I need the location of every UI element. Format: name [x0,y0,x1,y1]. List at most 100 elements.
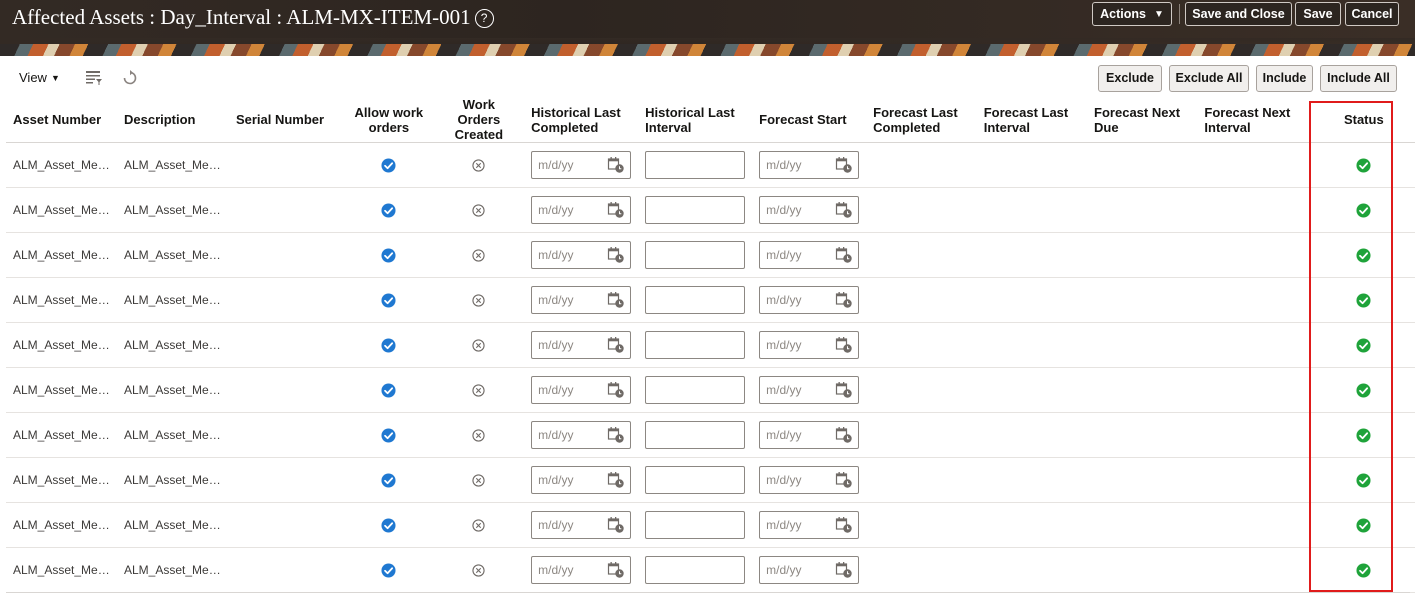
historical-last-interval-input[interactable] [645,466,746,494]
asset-number-cell[interactable]: ALM_Asset_Me… [6,277,117,323]
column-header-historical-last-interval[interactable]: Historical Last Interval [638,97,753,143]
historical-last-interval-input[interactable] [645,151,746,179]
historical-last-completed-input[interactable]: m/d/yy [531,241,632,269]
calendar-icon[interactable] [835,471,853,489]
asset-number-cell[interactable]: ALM_Asset_Me… [6,187,117,233]
table-row[interactable]: ALM_Asset_Me… ALM_Asset_Me… m/d/yy m/d/y… [6,412,1415,458]
historical-last-interval-input[interactable] [645,196,746,224]
calendar-icon[interactable] [607,201,625,219]
table-row[interactable]: ALM_Asset_Me… ALM_Asset_Me… m/d/yy m/d/y… [6,457,1415,503]
forecast-start-input[interactable]: m/d/yy [759,241,860,269]
page-title: Affected Assets : Day_Interval : ALM-MX-… [12,5,494,30]
save-button[interactable]: Save [1295,2,1341,26]
calendar-icon[interactable] [607,561,625,579]
forecast-start-input[interactable]: m/d/yy [759,151,860,179]
calendar-icon[interactable] [607,426,625,444]
calendar-icon[interactable] [835,246,853,264]
historical-last-completed-input[interactable]: m/d/yy [531,331,632,359]
table-row[interactable]: ALM_Asset_Me… ALM_Asset_Me… m/d/yy m/d/y… [6,322,1415,368]
forecast-start-input[interactable]: m/d/yy [759,286,860,314]
calendar-icon[interactable] [607,381,625,399]
historical-last-completed-input[interactable]: m/d/yy [531,151,632,179]
historical-last-interval-input[interactable] [645,241,746,269]
include-button[interactable]: Include [1256,65,1313,92]
table-row[interactable]: ALM_Asset_Me… ALM_Asset_Me… m/d/yy m/d/y… [6,142,1415,188]
calendar-icon[interactable] [607,156,625,174]
calendar-icon[interactable] [835,561,853,579]
asset-number-cell[interactable]: ALM_Asset_Me… [6,412,117,458]
historical-last-completed-input[interactable]: m/d/yy [531,556,632,584]
column-header-forecast-last-interval[interactable]: Forecast Last Interval [976,97,1088,143]
column-header-forecast-next-interval[interactable]: Forecast Next Interval [1197,97,1313,143]
column-header-historical-last-completed[interactable]: Historical Last Completed [524,97,639,143]
exclude-all-button[interactable]: Exclude All [1169,65,1249,92]
column-header-description[interactable]: Description [116,97,229,143]
calendar-icon[interactable] [607,246,625,264]
column-filter-icon[interactable] [85,69,103,87]
asset-number-cell[interactable]: ALM_Asset_Me… [6,232,117,278]
table-row[interactable]: ALM_Asset_Me… ALM_Asset_Me… m/d/yy m/d/y… [6,367,1415,413]
calendar-icon[interactable] [835,381,853,399]
historical-last-interval-input[interactable] [645,421,746,449]
calendar-icon[interactable] [835,291,853,309]
status-cell [1312,457,1415,503]
asset-number-cell[interactable]: ALM_Asset_Me… [6,457,117,503]
calendar-icon[interactable] [835,426,853,444]
date-placeholder: m/d/yy [766,518,802,532]
historical-last-completed-input[interactable]: m/d/yy [531,286,632,314]
include-all-button[interactable]: Include All [1320,65,1397,92]
forecast-start-input[interactable]: m/d/yy [759,556,860,584]
table-row[interactable]: ALM_Asset_Me… ALM_Asset_Me… m/d/yy m/d/y… [6,547,1415,593]
save-and-close-button[interactable]: Save and Close [1185,2,1292,26]
table-row[interactable]: ALM_Asset_Me… ALM_Asset_Me… m/d/yy m/d/y… [6,232,1415,278]
column-header-forecast-next-due[interactable]: Forecast Next Due [1087,97,1198,143]
column-header-asset-number[interactable]: Asset Number [6,97,117,143]
historical-last-interval-input[interactable] [645,376,746,404]
view-menu[interactable]: View ▼ [19,70,60,85]
calendar-icon[interactable] [835,336,853,354]
calendar-icon[interactable] [835,516,853,534]
calendar-icon[interactable] [835,156,853,174]
refresh-icon[interactable] [121,69,139,87]
historical-last-interval-input[interactable] [645,286,746,314]
asset-number-cell[interactable]: ALM_Asset_Me… [6,547,117,593]
historical-last-completed-input[interactable]: m/d/yy [531,421,632,449]
historical-last-interval-input[interactable] [645,331,746,359]
historical-last-completed-input[interactable]: m/d/yy [531,466,632,494]
calendar-icon[interactable] [607,471,625,489]
forecast-start-input[interactable]: m/d/yy [759,421,860,449]
column-header-forecast-last-completed[interactable]: Forecast Last Completed [866,97,977,143]
column-header-serial-number[interactable]: Serial Number [228,97,345,143]
forecast-start-input[interactable]: m/d/yy [759,466,860,494]
table-row[interactable]: ALM_Asset_Me… ALM_Asset_Me… m/d/yy m/d/y… [6,277,1415,323]
historical-last-interval-input[interactable] [645,511,746,539]
calendar-icon[interactable] [607,291,625,309]
column-header-forecast-start[interactable]: Forecast Start [752,97,867,143]
forecast-start-cell: m/d/yy [752,502,867,548]
asset-number-cell[interactable]: ALM_Asset_Me… [6,142,117,188]
calendar-icon[interactable] [607,516,625,534]
asset-number-cell[interactable]: ALM_Asset_Me… [6,502,117,548]
calendar-icon[interactable] [835,201,853,219]
help-icon[interactable]: ? [474,9,494,28]
table-row[interactable]: ALM_Asset_Me… ALM_Asset_Me… m/d/yy m/d/y… [6,187,1415,233]
column-header-work-orders-created[interactable]: Work Orders Created [433,97,525,143]
historical-last-interval-input[interactable] [645,556,746,584]
cancel-button[interactable]: Cancel [1345,2,1399,26]
asset-number-cell[interactable]: ALM_Asset_Me… [6,322,117,368]
column-header-allow-work-orders[interactable]: Allow work orders [344,97,434,143]
actions-menu-button[interactable]: Actions ▼ [1092,2,1172,26]
historical-last-completed-input[interactable]: m/d/yy [531,511,632,539]
forecast-start-input[interactable]: m/d/yy [759,331,860,359]
x-circle-icon [472,474,486,487]
table-row[interactable]: ALM_Asset_Me… ALM_Asset_Me… m/d/yy m/d/y… [6,502,1415,548]
column-header-status[interactable]: Status [1312,97,1415,143]
historical-last-completed-input[interactable]: m/d/yy [531,196,632,224]
forecast-start-input[interactable]: m/d/yy [759,511,860,539]
forecast-start-input[interactable]: m/d/yy [759,376,860,404]
exclude-button[interactable]: Exclude [1098,65,1162,92]
forecast-start-input[interactable]: m/d/yy [759,196,860,224]
asset-number-cell[interactable]: ALM_Asset_Me… [6,367,117,413]
calendar-icon[interactable] [607,336,625,354]
historical-last-completed-input[interactable]: m/d/yy [531,376,632,404]
